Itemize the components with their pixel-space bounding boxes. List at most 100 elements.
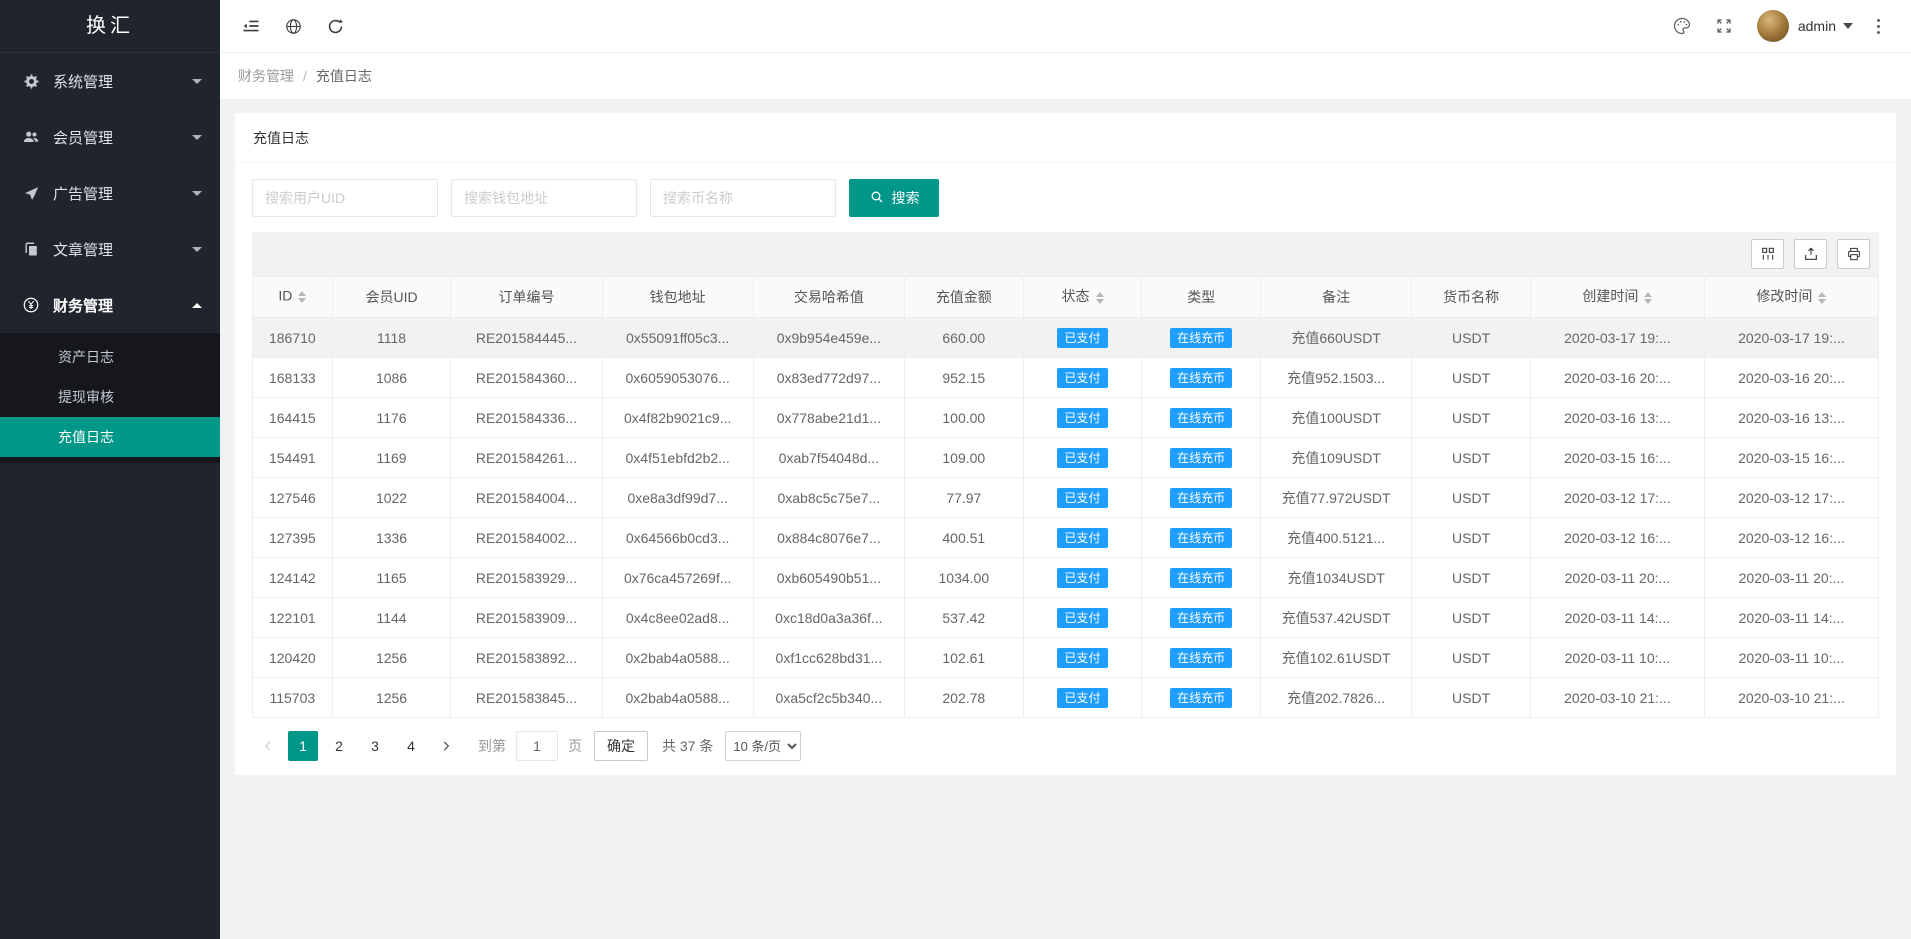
sort-icon[interactable] [298,287,306,307]
topbar-right: admin [1661,0,1893,53]
cell-tx_hash: 0xf1cc628bd31... [753,638,904,678]
page-size-select[interactable]: 10 条/页 [725,731,801,761]
column-header-id[interactable]: ID [253,277,333,318]
sidebar-item-finance[interactable]: 财务管理 [0,277,220,333]
cell-status: 已支付 [1023,478,1142,518]
globe-icon[interactable] [272,0,314,53]
cell-type: 在线充币 [1142,638,1261,678]
page-button-1[interactable]: 1 [288,731,318,761]
user-menu[interactable]: admin [1798,18,1853,34]
cell-id: 168133 [253,358,333,398]
next-page-icon[interactable] [432,731,460,761]
badge-status: 已支付 [1057,688,1107,708]
column-header-created_at[interactable]: 创建时间 [1530,277,1704,318]
cell-remark: 充值77.972USDT [1261,478,1412,518]
fullscreen-icon[interactable] [1703,0,1745,53]
table-row: 1157031256RE201583845...0x2bab4a0588...0… [253,678,1879,718]
sidebar-item-system[interactable]: 系统管理 [0,53,220,109]
cell-wallet: 0x76ca457269f... [602,558,753,598]
cell-wallet: 0x4f51ebfd2b2... [602,438,753,478]
cell-id: 127546 [253,478,333,518]
chevron-up-icon [192,303,202,308]
cell-type: 在线充币 [1142,438,1261,478]
column-header-updated_at[interactable]: 修改时间 [1704,277,1878,318]
cell-tx_hash: 0x83ed772d97... [753,358,904,398]
more-menu-icon[interactable] [1863,0,1893,53]
cell-currency: USDT [1412,598,1531,638]
breadcrumb-parent[interactable]: 财务管理 [238,66,294,86]
cell-id: 122101 [253,598,333,638]
breadcrumb: 财务管理 / 充值日志 [220,53,1911,99]
badge-type: 在线充币 [1170,688,1232,708]
yen-circle-icon [22,296,40,314]
sidebar-item-ads[interactable]: 广告管理 [0,165,220,221]
cell-status: 已支付 [1023,598,1142,638]
cell-status: 已支付 [1023,358,1142,398]
jump-to-label: 到第 [478,736,506,756]
search-uid-input[interactable] [252,179,438,217]
column-label: 修改时间 [1756,288,1812,304]
print-icon[interactable] [1837,239,1870,269]
app-logo[interactable]: 换汇 [0,0,220,53]
cell-tx_hash: 0xab8c5c75e7... [753,478,904,518]
sidebar-item-articles[interactable]: 文章管理 [0,221,220,277]
badge-status: 已支付 [1057,488,1107,508]
recharge-log-table: ID会员UID订单编号钱包地址交易哈希值充值金额状态类型备注货币名称创建时间修改… [252,276,1879,718]
cell-amount: 537.42 [904,598,1023,638]
cell-tx_hash: 0xb605490b51... [753,558,904,598]
cell-uid: 1022 [332,478,451,518]
column-header-currency: 货币名称 [1412,277,1531,318]
cell-amount: 1034.00 [904,558,1023,598]
column-header-status[interactable]: 状态 [1023,277,1142,318]
search-button[interactable]: 搜索 [849,179,939,217]
palette-icon[interactable] [1661,0,1703,53]
column-label: 状态 [1062,288,1090,304]
sidebar-item-label: 文章管理 [53,239,113,260]
sidebar-item-asset-log[interactable]: 资产日志 [0,337,220,377]
avatar[interactable] [1757,10,1789,42]
cell-amount: 77.97 [904,478,1023,518]
page-button-4[interactable]: 4 [396,731,426,761]
search-icon [869,189,885,208]
confirm-jump-button[interactable]: 确定 [594,731,648,761]
cell-type: 在线充币 [1142,678,1261,718]
recharge-log-panel: 充值日志 搜索 [235,113,1896,775]
search-wallet-input[interactable] [451,179,637,217]
cell-uid: 1336 [332,518,451,558]
cell-amount: 109.00 [904,438,1023,478]
sidebar-item-withdraw-review[interactable]: 提现审核 [0,377,220,417]
page-button-3[interactable]: 3 [360,731,390,761]
column-header-amount: 充值金额 [904,277,1023,318]
column-header-wallet: 钱包地址 [602,277,753,318]
cell-uid: 1176 [332,398,451,438]
sort-icon[interactable] [1644,288,1652,308]
page-button-2[interactable]: 2 [324,731,354,761]
sort-icon[interactable] [1096,288,1104,308]
cell-id: 124142 [253,558,333,598]
column-header-remark: 备注 [1261,277,1412,318]
sidebar-item-label: 会员管理 [53,127,113,148]
collapse-menu-icon[interactable] [230,0,272,53]
cell-created_at: 2020-03-12 16:... [1530,518,1704,558]
cell-tx_hash: 0x778abe21d1... [753,398,904,438]
column-header-tx_hash: 交易哈希值 [753,277,904,318]
sidebar-item-members[interactable]: 会员管理 [0,109,220,165]
prev-page-icon[interactable] [254,731,282,761]
cell-status: 已支付 [1023,518,1142,558]
cell-updated_at: 2020-03-11 20:... [1704,558,1878,598]
cell-type: 在线充币 [1142,318,1261,358]
sort-icon[interactable] [1818,288,1826,308]
cell-remark: 充值202.7826... [1261,678,1412,718]
export-icon[interactable] [1794,239,1827,269]
cell-amount: 102.61 [904,638,1023,678]
cell-status: 已支付 [1023,638,1142,678]
search-coin-input[interactable] [650,179,836,217]
badge-status: 已支付 [1057,568,1107,588]
filter-columns-icon[interactable] [1751,239,1784,269]
badge-status: 已支付 [1057,408,1107,428]
refresh-icon[interactable] [314,0,356,53]
cell-amount: 952.15 [904,358,1023,398]
sidebar-item-recharge-log[interactable]: 充值日志 [0,417,220,457]
cell-created_at: 2020-03-17 19:... [1530,318,1704,358]
jump-page-input[interactable] [516,731,558,761]
